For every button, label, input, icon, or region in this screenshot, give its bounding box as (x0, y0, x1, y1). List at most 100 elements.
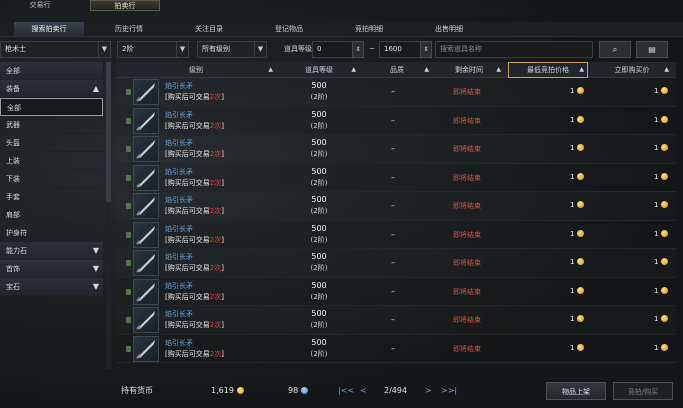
lock-icon (126, 203, 131, 209)
sidebar-item-amulet[interactable]: 护身符 (0, 224, 103, 242)
sidebar-item-all[interactable]: 全部 (0, 62, 103, 80)
tier-dropdown[interactable]: 2阶 ▼ (117, 41, 189, 58)
tab-bid-details[interactable]: 竞拍明细 (334, 22, 404, 36)
sidebar-item-label: 护身符 (6, 229, 27, 237)
grade-dropdown[interactable]: 所有级别 ▼ (197, 41, 267, 58)
table-row[interactable]: 焰引长矛 [购买后可交易2次] 500 (2阶) – 即将结束 1 1 (116, 306, 676, 335)
column-header-remaining[interactable]: 剩余时间 ▲ (434, 62, 504, 78)
item-note-count: 2次 (209, 235, 222, 244)
remaining-time: 即将结束 (453, 344, 481, 353)
level-max-stepper[interactable]: ⇕ (420, 41, 432, 58)
sidebar-item-label: 装备 (6, 85, 20, 93)
tab-sale-details[interactable]: 出售明细 (414, 22, 484, 36)
sidebar-item-equipment-all[interactable]: 全部 (0, 98, 103, 116)
item-name[interactable]: 焰引长矛 (165, 138, 193, 148)
item-note-prefix: [购买后可交易 (165, 178, 210, 187)
item-note: [购买后可交易2次] (165, 349, 224, 359)
item-name[interactable]: 焰引长矛 (165, 81, 193, 91)
buyout-price: 1 (654, 286, 669, 295)
bid-buy-button[interactable]: 竞拍/购买 (613, 382, 673, 400)
min-bid-price: 1 (570, 315, 585, 323)
pager-next-button[interactable]: > (425, 380, 432, 402)
sidebar-item-label: 上装 (6, 157, 20, 165)
column-header-min-bid[interactable]: 最低竞拍价格 ▲ (508, 62, 588, 78)
gold-coin-icon (577, 87, 585, 94)
pager-prev-button[interactable]: < (360, 380, 367, 402)
chevron-down-icon: ▼ (176, 42, 188, 57)
tab-search-auction[interactable]: 搜索拍卖行 (14, 22, 84, 36)
pager-first-button[interactable]: |<< (338, 380, 354, 402)
level-min-stepper[interactable]: ⇕ (352, 41, 364, 58)
item-name[interactable]: 焰引长矛 (165, 281, 193, 291)
min-bid-value: 1 (570, 87, 575, 95)
remaining-time: 即将结束 (453, 116, 481, 125)
column-header-level[interactable]: 级别 ▲ (116, 62, 276, 78)
remaining-time: 即将结束 (453, 259, 481, 267)
table-row[interactable]: 焰引长矛 [购买后可交易2次] 500 (2阶) – 即将结束 1 1 (116, 249, 676, 278)
search-input[interactable]: 搜索道具名称 (435, 41, 593, 58)
item-grade-value: – (391, 201, 395, 210)
column-header-buyout[interactable]: 立即购买价 ▲ (592, 62, 672, 78)
item-grade-value: – (391, 115, 395, 125)
sort-ascending-icon: ▲ (579, 66, 584, 73)
table-row[interactable]: 焰引长矛 [购买后可交易2次] 500 (2阶) – 即将结束 1 1 (116, 135, 676, 164)
search-button[interactable]: ⌕ (599, 41, 631, 58)
sidebar-item-weapon[interactable]: 武器 (0, 116, 103, 134)
sidebar-item-shoulders[interactable]: 肩部 (0, 206, 103, 224)
tab-exchange[interactable]: 交易行 (5, 0, 75, 11)
item-name[interactable]: 焰引长矛 (165, 338, 193, 348)
tab-price-history[interactable]: 历史行情 (94, 22, 164, 36)
item-name[interactable]: 焰引长矛 (165, 195, 193, 205)
buyout-value: 1 (654, 315, 659, 323)
sidebar-item-ability-stone[interactable]: 能力石 ▼ (0, 242, 103, 260)
table-row[interactable]: 焰引长矛 [购买后可交易2次] 500 (2阶) – 即将结束 1 1 (116, 278, 676, 306)
tab-register-item[interactable]: 登记物品 (254, 22, 324, 36)
filter-bar: 枪术士 ▼ 2阶 ▼ 所有级别 ▼ 道具等级 0 ⇕ ~ 1600 ⇕ 搜索道具… (0, 41, 683, 58)
chevron-down-icon: ▼ (98, 42, 110, 57)
item-name[interactable]: 焰引长矛 (165, 309, 193, 319)
item-name[interactable]: 焰引长矛 (165, 224, 193, 234)
remaining-time: 即将结束 (453, 316, 481, 324)
tab-watchlist[interactable]: 关注目录 (174, 22, 244, 36)
buyout-price: 1 (654, 144, 669, 152)
min-bid-value: 1 (570, 343, 575, 352)
item-note: [购买后可交易2次] (165, 149, 224, 159)
filter-settings-button[interactable]: ▤ (636, 41, 668, 58)
sidebar-item-gloves[interactable]: 手套 (0, 188, 103, 206)
class-dropdown[interactable]: 枪术士 ▼ (0, 41, 111, 58)
spear-icon (133, 79, 159, 105)
chevron-up-icon: ▲ (92, 84, 99, 93)
item-grade-value: – (391, 286, 395, 296)
sidebar-scrollbar[interactable] (106, 62, 111, 369)
item-grade-value: – (391, 87, 395, 96)
table-row[interactable]: 焰引长矛 [购买后可交易2次] 500 (2阶) – 即将结束 1 1 (116, 107, 676, 135)
table-row[interactable]: 焰引长矛 [购买后可交易2次] 500 (2阶) – 即将结束 1 1 (116, 78, 676, 107)
item-name[interactable]: 焰引长矛 (165, 252, 193, 262)
gold-coin-icon (577, 172, 585, 180)
column-header-grade[interactable]: 品质 ▲ (362, 62, 432, 78)
register-item-button[interactable]: 物品上架 (546, 382, 606, 400)
sidebar-item-bottom[interactable]: 下装 (0, 170, 103, 188)
sidebar-item-helmet[interactable]: 头盔 (0, 134, 103, 152)
column-header-item-level[interactable]: 道具等级 ▲ (279, 62, 359, 78)
lock-icon (126, 231, 131, 238)
scrollbar-thumb[interactable] (106, 62, 111, 202)
sidebar-item-label: 手套 (6, 193, 20, 201)
item-name[interactable]: 焰引长矛 (165, 110, 193, 120)
sidebar-item-top[interactable]: 上装 (0, 152, 103, 170)
min-bid-price: 1 (570, 115, 585, 124)
table-row[interactable]: 焰引长矛 [购买后可交易2次] 500 (2阶) – 即将结束 1 1 (116, 335, 676, 363)
sidebar-item-equipment[interactable]: 装备 ▲ (0, 80, 103, 98)
tab-auction[interactable]: 拍卖行 (90, 0, 160, 11)
gold-coin-icon (661, 201, 669, 208)
table-row[interactable]: 焰引长矛 [购买后可交易2次] 500 (2阶) – 即将结束 1 1 (116, 192, 676, 221)
item-name[interactable]: 焰引长矛 (165, 167, 193, 177)
sidebar-item-gems[interactable]: 宝石 ▼ (0, 278, 103, 296)
table-row[interactable]: 焰引长矛 [购买后可交易2次] 500 (2阶) – 即将结束 1 1 (116, 221, 676, 249)
lock-icon (126, 146, 131, 152)
min-bid-value: 1 (570, 172, 575, 181)
table-row[interactable]: 焰引长矛 [购买后可交易2次] 500 (2阶) – 即将结束 1 1 (116, 164, 676, 192)
lock-icon (126, 288, 131, 295)
pager-last-button[interactable]: >>| (441, 380, 457, 402)
sidebar-item-accessories[interactable]: 首饰 ▼ (0, 260, 103, 278)
